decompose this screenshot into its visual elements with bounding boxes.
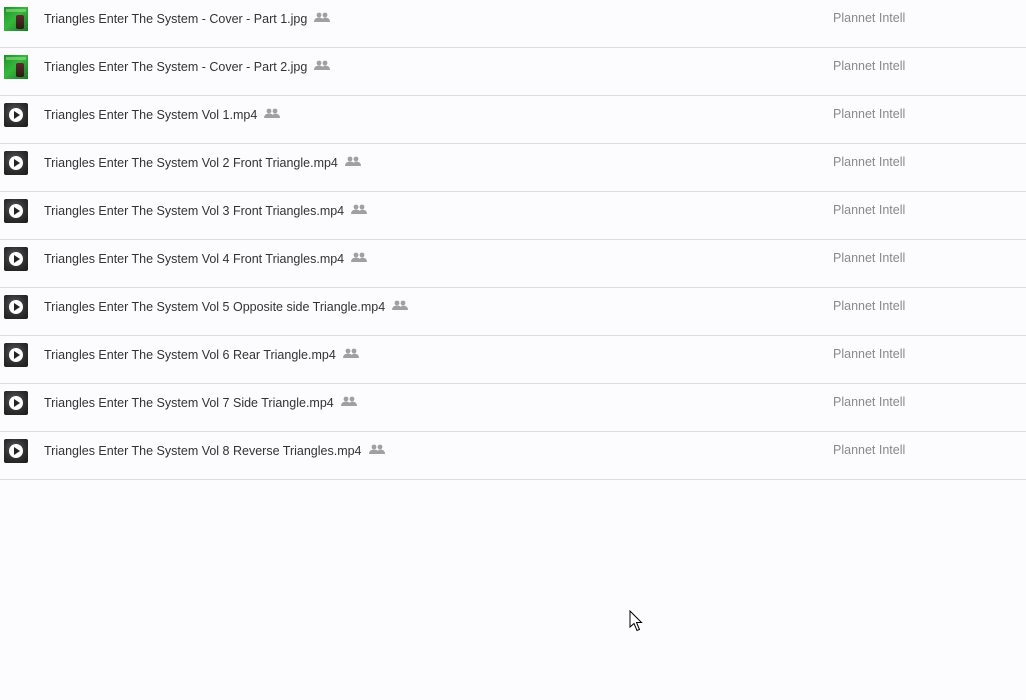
file-name: Triangles Enter The System Vol 8 Reverse… bbox=[44, 444, 362, 458]
file-owner: Plannet Intell bbox=[833, 395, 906, 409]
file-row[interactable]: Triangles Enter The System Vol 8 Reverse… bbox=[0, 432, 1026, 480]
play-icon bbox=[9, 204, 23, 218]
play-icon bbox=[9, 300, 23, 314]
play-icon bbox=[9, 444, 23, 458]
file-owner: Plannet Intell bbox=[833, 59, 906, 73]
file-row[interactable]: Triangles Enter The System Vol 2 Front T… bbox=[0, 144, 1026, 192]
file-row[interactable]: Triangles Enter The System Vol 1.mp4 Pla… bbox=[0, 96, 1026, 144]
file-name: Triangles Enter The System Vol 2 Front T… bbox=[44, 156, 338, 170]
people-icon bbox=[344, 156, 361, 167]
file-list: Triangles Enter The System - Cover - Par… bbox=[0, 0, 1026, 480]
file-owner: Plannet Intell bbox=[833, 347, 906, 361]
file-owner: Plannet Intell bbox=[833, 251, 906, 265]
mouse-cursor-icon bbox=[629, 610, 643, 632]
file-owner: Plannet Intell bbox=[833, 11, 906, 25]
people-icon bbox=[340, 396, 357, 407]
file-owner: Plannet Intell bbox=[833, 299, 906, 313]
people-icon bbox=[264, 108, 281, 119]
file-name: Triangles Enter The System Vol 7 Side Tr… bbox=[44, 396, 334, 410]
file-owner: Plannet Intell bbox=[833, 107, 906, 121]
video-thumbnail-icon bbox=[4, 439, 28, 463]
people-icon bbox=[314, 60, 331, 71]
file-name: Triangles Enter The System Vol 6 Rear Tr… bbox=[44, 348, 336, 362]
file-row[interactable]: Triangles Enter The System - Cover - Par… bbox=[0, 48, 1026, 96]
people-icon bbox=[351, 252, 368, 263]
file-row[interactable]: Triangles Enter The System - Cover - Par… bbox=[0, 0, 1026, 48]
file-name: Triangles Enter The System - Cover - Par… bbox=[44, 60, 308, 74]
file-name: Triangles Enter The System - Cover - Par… bbox=[44, 12, 308, 26]
people-icon bbox=[314, 12, 331, 23]
file-row[interactable]: Triangles Enter The System Vol 3 Front T… bbox=[0, 192, 1026, 240]
file-name: Triangles Enter The System Vol 3 Front T… bbox=[44, 204, 345, 218]
file-owner: Plannet Intell bbox=[833, 443, 906, 457]
video-thumbnail-icon bbox=[4, 343, 28, 367]
people-icon bbox=[392, 300, 409, 311]
play-icon bbox=[9, 348, 23, 362]
file-row[interactable]: Triangles Enter The System Vol 5 Opposit… bbox=[0, 288, 1026, 336]
file-name: Triangles Enter The System Vol 1.mp4 bbox=[44, 108, 258, 122]
file-owner: Plannet Intell bbox=[833, 155, 906, 169]
file-name: Triangles Enter The System Vol 5 Opposit… bbox=[44, 300, 386, 314]
file-owner: Plannet Intell bbox=[833, 203, 906, 217]
video-thumbnail-icon bbox=[4, 151, 28, 175]
play-icon bbox=[9, 396, 23, 410]
image-thumbnail-icon bbox=[4, 7, 28, 31]
file-row[interactable]: Triangles Enter The System Vol 7 Side Tr… bbox=[0, 384, 1026, 432]
file-row[interactable]: Triangles Enter The System Vol 4 Front T… bbox=[0, 240, 1026, 288]
video-thumbnail-icon bbox=[4, 247, 28, 271]
video-thumbnail-icon bbox=[4, 199, 28, 223]
play-icon bbox=[9, 156, 23, 170]
video-thumbnail-icon bbox=[4, 391, 28, 415]
video-thumbnail-icon bbox=[4, 103, 28, 127]
play-icon bbox=[9, 108, 23, 122]
people-icon bbox=[368, 444, 385, 455]
play-icon bbox=[9, 252, 23, 266]
file-name: Triangles Enter The System Vol 4 Front T… bbox=[44, 252, 345, 266]
image-thumbnail-icon bbox=[4, 55, 28, 79]
people-icon bbox=[351, 204, 368, 215]
people-icon bbox=[342, 348, 359, 359]
video-thumbnail-icon bbox=[4, 295, 28, 319]
file-row[interactable]: Triangles Enter The System Vol 6 Rear Tr… bbox=[0, 336, 1026, 384]
